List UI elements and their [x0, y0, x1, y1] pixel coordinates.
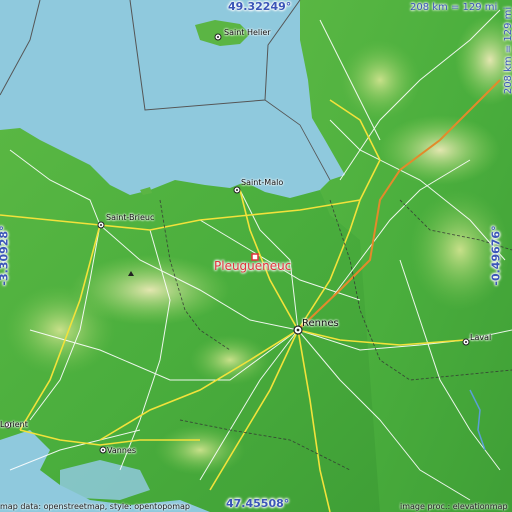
credit-left: map data: openstreetmap, style: opentopo… — [0, 502, 190, 511]
scale-right: 208 km = 129 mi — [503, 6, 512, 95]
saint-brieuc-marker — [97, 221, 105, 229]
label-saint-helier: Saint Helier — [224, 28, 271, 37]
summit-triangle — [128, 271, 134, 276]
coord-east: -0.49676° — [489, 225, 503, 286]
vannes-marker — [99, 446, 107, 454]
markers-layer — [4, 33, 470, 454]
label-laval: Laval — [470, 333, 492, 342]
label-vannes: Vannes — [107, 446, 136, 455]
saint-helier-marker — [214, 33, 222, 41]
credit-right: image proc.: elevationmap — [400, 502, 508, 511]
rennes-marker — [293, 325, 303, 335]
label-pleugueneuc: Pleugueneuc — [214, 259, 292, 273]
label-lorient: Lorient — [0, 420, 28, 429]
laval-marker — [462, 338, 470, 346]
coord-north: 49.32249° — [228, 0, 292, 13]
label-saint-brieuc: Saint-Brieuc — [106, 213, 155, 222]
label-saint-malo: Saint-Malo — [241, 178, 284, 187]
label-rennes: Rennes — [302, 318, 339, 329]
saint-malo-marker — [233, 186, 241, 194]
scale-top: 208 km = 129 mi — [410, 2, 498, 13]
coord-south: 47.45508° — [226, 497, 290, 510]
coord-west: -3.30928° — [0, 225, 11, 286]
